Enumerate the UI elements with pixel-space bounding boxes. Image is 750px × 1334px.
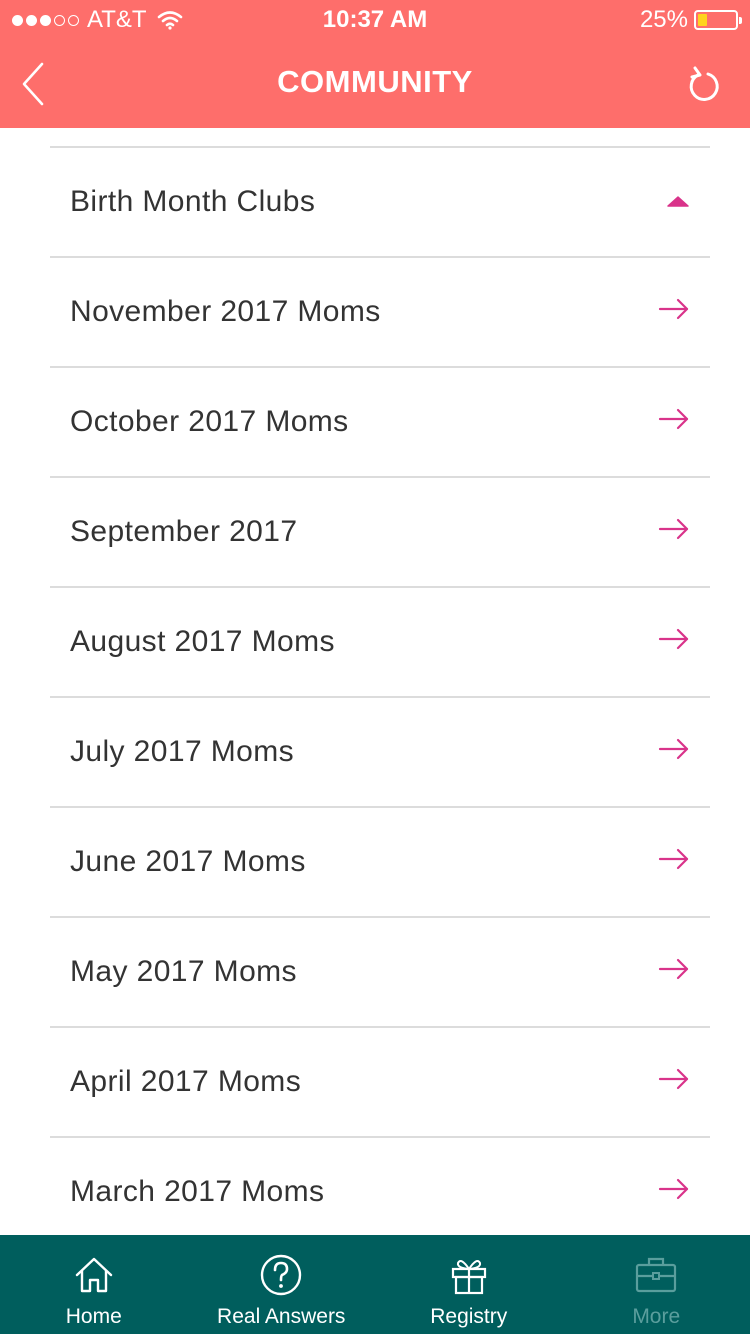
tab-label: Real Answers (217, 1305, 346, 1328)
arrow-right-icon (658, 1068, 689, 1090)
tab-label: More (632, 1305, 681, 1328)
community-list: Birth Month Clubs November 2017 Moms Octo… (50, 128, 710, 1235)
question-circle-icon (261, 1254, 302, 1296)
tab-bar: Home Real Answers Registry More (0, 1235, 750, 1334)
caret-up-icon (667, 196, 689, 207)
top-bar: AT&T 10:37 AM 25% COMMUNITY (0, 0, 750, 128)
tab-real-answers[interactable]: Real Answers (188, 1235, 376, 1334)
tab-home[interactable]: Home (0, 1235, 188, 1334)
list-item-label: October 2017 Moms (70, 405, 349, 438)
list-divider (50, 128, 710, 148)
arrow-right-icon (658, 518, 689, 540)
section-header-birth-month-clubs[interactable]: Birth Month Clubs (50, 148, 710, 258)
arrow-right-icon (658, 738, 689, 760)
tab-label: Registry (430, 1305, 508, 1328)
list-item[interactable]: June 2017 Moms (50, 808, 710, 918)
briefcase-icon (636, 1257, 677, 1293)
list-item[interactable]: September 2017 (50, 478, 710, 588)
gift-icon (451, 1260, 486, 1295)
arrow-right-icon (658, 1178, 689, 1200)
arrow-right-icon (658, 848, 689, 870)
arrow-right-icon (658, 628, 689, 650)
tab-label: Home (65, 1305, 122, 1328)
list-item-label: May 2017 Moms (70, 955, 297, 988)
list-item[interactable]: July 2017 Moms (50, 698, 710, 808)
list-item[interactable]: April 2017 Moms (50, 1028, 710, 1138)
arrow-right-icon (658, 408, 689, 430)
arrow-right-icon (658, 958, 689, 980)
list-item[interactable]: March 2017 Moms (50, 1138, 710, 1235)
section-header-label: Birth Month Clubs (70, 185, 316, 218)
list-item[interactable]: November 2017 Moms (50, 258, 710, 368)
refresh-icon[interactable] (684, 64, 724, 104)
nav-bar: COMMUNITY (0, 40, 750, 128)
page-title: COMMUNITY (277, 64, 473, 99)
tab-registry[interactable]: Registry (375, 1235, 563, 1334)
status-bar: AT&T 10:37 AM 25% (0, 0, 750, 40)
list-item-label: July 2017 Moms (70, 735, 295, 768)
list-item-label: September 2017 (70, 515, 298, 548)
home-icon (75, 1257, 112, 1293)
status-time: 10:37 AM (322, 6, 428, 33)
battery-icon (694, 10, 742, 30)
list-item-label: March 2017 Moms (70, 1175, 325, 1208)
tab-more[interactable]: More (563, 1235, 750, 1334)
list-item-label: November 2017 Moms (70, 295, 381, 328)
list-item-label: June 2017 Moms (70, 845, 306, 878)
arrow-right-icon (658, 298, 689, 320)
battery-percentage: 25% (639, 6, 688, 33)
battery-fill (698, 14, 707, 26)
list-item[interactable]: October 2017 Moms (50, 368, 710, 478)
list-item[interactable]: August 2017 Moms (50, 588, 710, 698)
list-item-label: April 2017 Moms (70, 1065, 302, 1098)
list-item-label: August 2017 Moms (70, 625, 335, 658)
list-item[interactable]: May 2017 Moms (50, 918, 710, 1028)
status-right: 25% (639, 6, 742, 34)
